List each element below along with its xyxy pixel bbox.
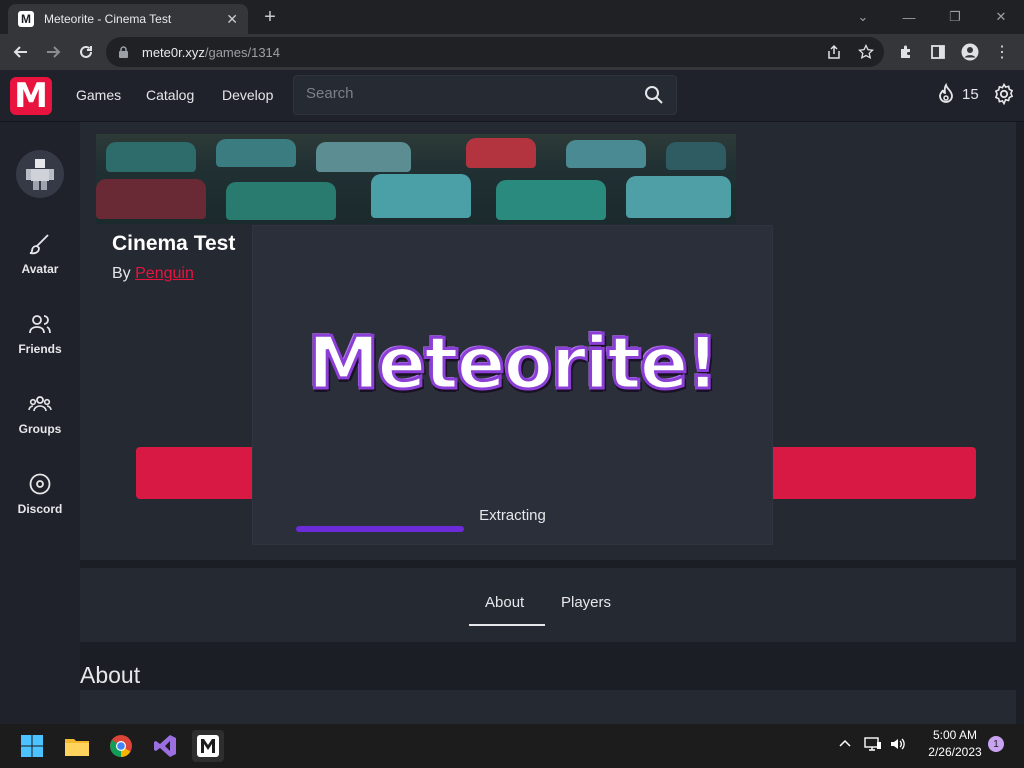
- flame-icon: [936, 83, 956, 105]
- start-windows-icon[interactable]: [16, 730, 48, 762]
- search-icon[interactable]: [644, 85, 664, 110]
- tab-title: Meteorite - Cinema Test: [44, 12, 172, 26]
- taskbar: 5:00 AM 2/26/2023 1: [0, 724, 1024, 768]
- currency-display[interactable]: 15: [936, 83, 979, 105]
- game-byline: By Penguin: [112, 265, 194, 283]
- visual-studio-icon[interactable]: [149, 730, 181, 762]
- active-tab-indicator: [469, 624, 545, 626]
- loader-status: Extracting: [479, 507, 546, 524]
- extensions-icon[interactable]: [894, 40, 918, 64]
- tab-search-chevron-icon[interactable]: ⌄: [840, 4, 886, 30]
- url-host: mete0r.xyz: [142, 44, 205, 60]
- meteorite-app-icon[interactable]: [192, 730, 224, 762]
- forward-icon[interactable]: [41, 40, 65, 64]
- url-path: /games/1314: [204, 44, 281, 60]
- tab-players[interactable]: Players: [561, 594, 611, 611]
- creator-link[interactable]: Penguin: [135, 265, 194, 282]
- network-icon[interactable]: [864, 736, 882, 757]
- about-panel: [80, 690, 1016, 724]
- browser-tab[interactable]: M Meteorite - Cinema Test ✕: [8, 4, 248, 34]
- game-thumbnail: [96, 134, 736, 224]
- browser-tab-strip: M Meteorite - Cinema Test ✕ + ⌄ — ❐ ✕: [0, 0, 1024, 34]
- search-input[interactable]: [306, 85, 626, 102]
- sidebar-item-discord[interactable]: Discord: [0, 472, 80, 516]
- game-launch-dialog: Meteorite! Extracting: [253, 226, 772, 544]
- notification-badge[interactable]: 1: [988, 736, 1004, 752]
- discord-icon: [29, 473, 51, 495]
- close-window-button[interactable]: ✕: [978, 4, 1024, 30]
- by-prefix: By: [112, 265, 131, 282]
- sidebar-item-label: Friends: [18, 342, 62, 356]
- about-heading: About: [80, 662, 141, 688]
- sidebar-item-groups[interactable]: Groups: [0, 392, 80, 436]
- nav-catalog[interactable]: Catalog: [146, 87, 194, 103]
- share-icon[interactable]: [822, 40, 846, 64]
- browser-toolbar: mete0r.xyz/games/1314 ⋮: [0, 34, 1024, 70]
- sidebar-item-label: Discord: [17, 502, 63, 516]
- avatar[interactable]: [16, 150, 64, 198]
- brush-icon: [29, 234, 49, 255]
- browser-menu-icon[interactable]: ⋮: [990, 40, 1014, 64]
- sidebar-item-label: Avatar: [21, 262, 59, 276]
- chrome-icon[interactable]: [105, 730, 137, 762]
- nav-games[interactable]: Games: [76, 87, 121, 103]
- progress-fill: [296, 526, 464, 532]
- file-explorer-icon[interactable]: [61, 730, 93, 762]
- close-tab-icon[interactable]: ✕: [226, 11, 238, 28]
- sidebar: Avatar Friends Groups Discord: [0, 122, 80, 724]
- game-title: Cinema Test: [112, 232, 236, 255]
- meteorite-logo[interactable]: M: [10, 76, 52, 116]
- sidebar-item-label: Groups: [18, 422, 62, 436]
- sidebar-item-friends[interactable]: Friends: [0, 312, 80, 356]
- game-tabs: About Players: [80, 568, 1016, 642]
- address-bar[interactable]: mete0r.xyz/games/1314: [106, 37, 884, 67]
- profile-icon[interactable]: [958, 40, 982, 64]
- loader-title: Meteorite!: [306, 320, 720, 407]
- reload-icon[interactable]: [74, 40, 98, 64]
- friends-icon: [29, 315, 51, 334]
- bookmark-star-icon[interactable]: [854, 40, 878, 64]
- currency-count: 15: [962, 85, 979, 103]
- back-icon[interactable]: [9, 40, 33, 64]
- settings-gear-icon[interactable]: [993, 82, 1015, 110]
- restore-button[interactable]: ❐: [932, 4, 978, 30]
- new-tab-button[interactable]: +: [258, 5, 282, 29]
- minimize-button[interactable]: —: [886, 4, 932, 30]
- side-panel-icon[interactable]: [926, 40, 950, 64]
- groups-icon: [28, 396, 52, 412]
- lock-icon[interactable]: [118, 46, 130, 58]
- tab-about[interactable]: About: [485, 594, 524, 611]
- show-hidden-icons-chevron[interactable]: [838, 736, 852, 755]
- search-box: [293, 75, 677, 115]
- site-header: M Games Catalog Develop 15: [0, 70, 1024, 122]
- nav-develop[interactable]: Develop: [222, 87, 273, 103]
- site-favicon: M: [18, 11, 34, 27]
- progress-bar: [296, 526, 732, 532]
- sidebar-item-avatar[interactable]: Avatar: [0, 232, 80, 276]
